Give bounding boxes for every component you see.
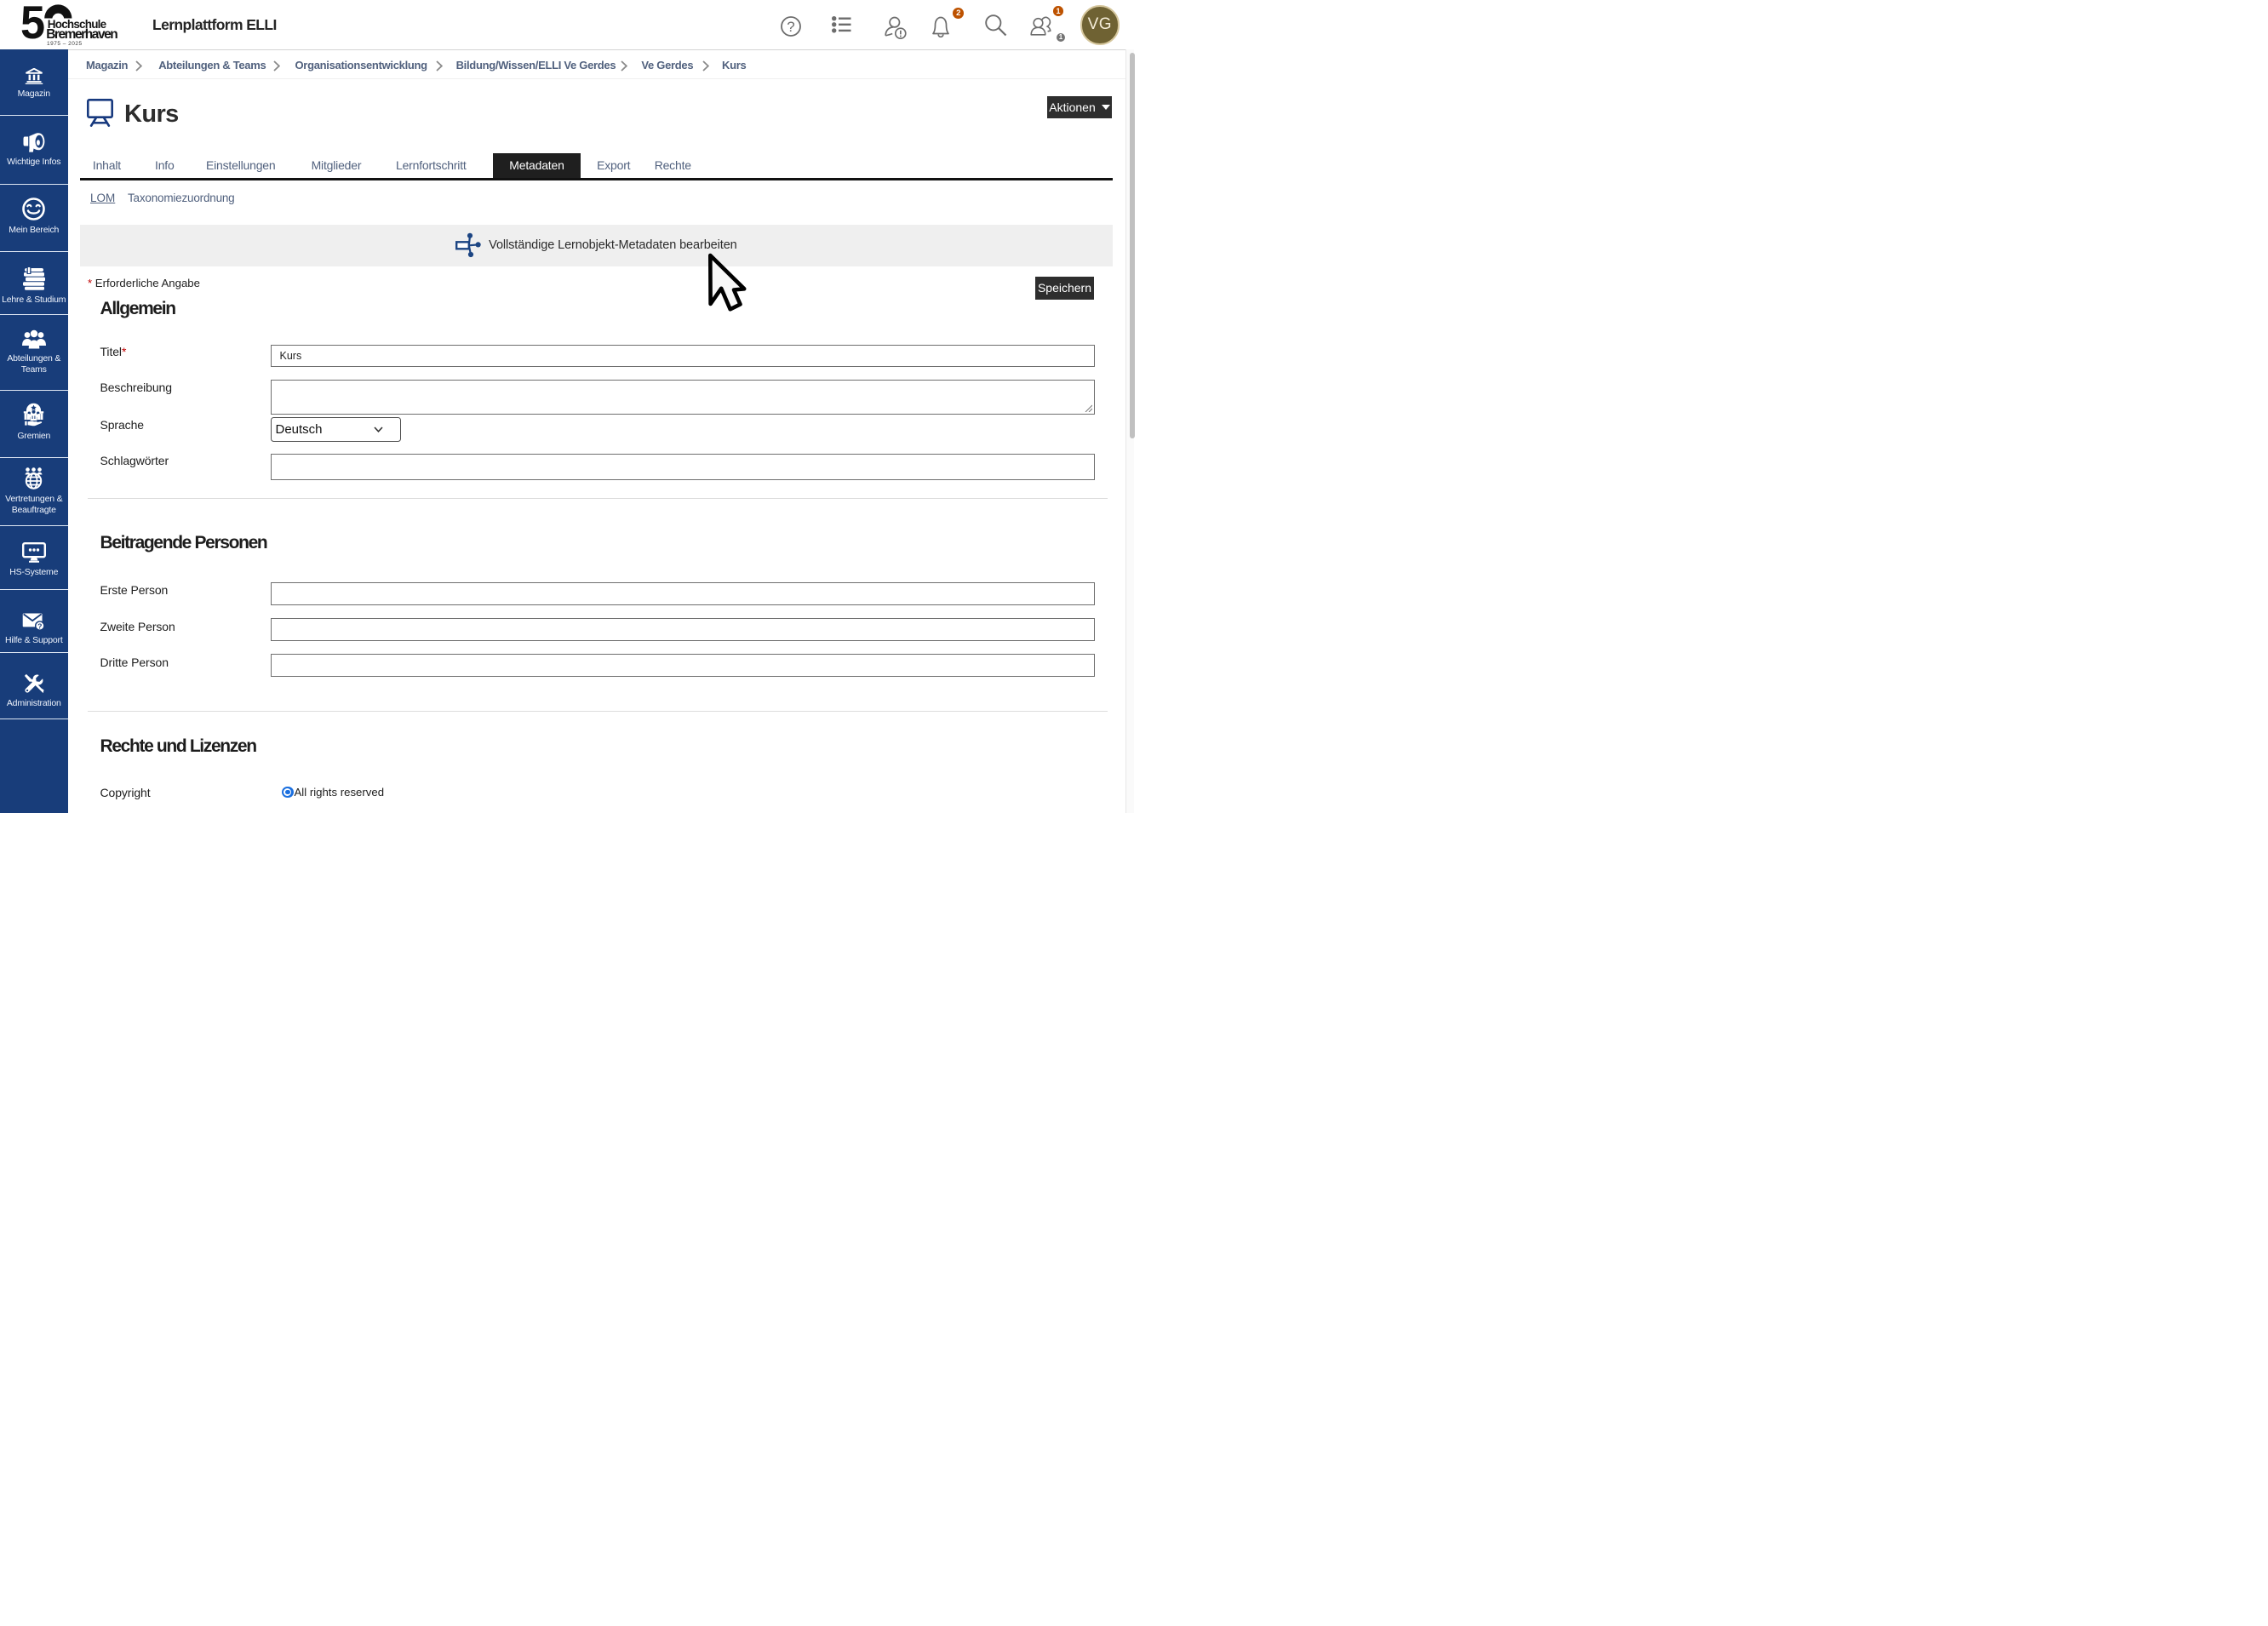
svg-text:?: ? xyxy=(787,19,794,35)
svg-text:?: ? xyxy=(37,621,42,630)
